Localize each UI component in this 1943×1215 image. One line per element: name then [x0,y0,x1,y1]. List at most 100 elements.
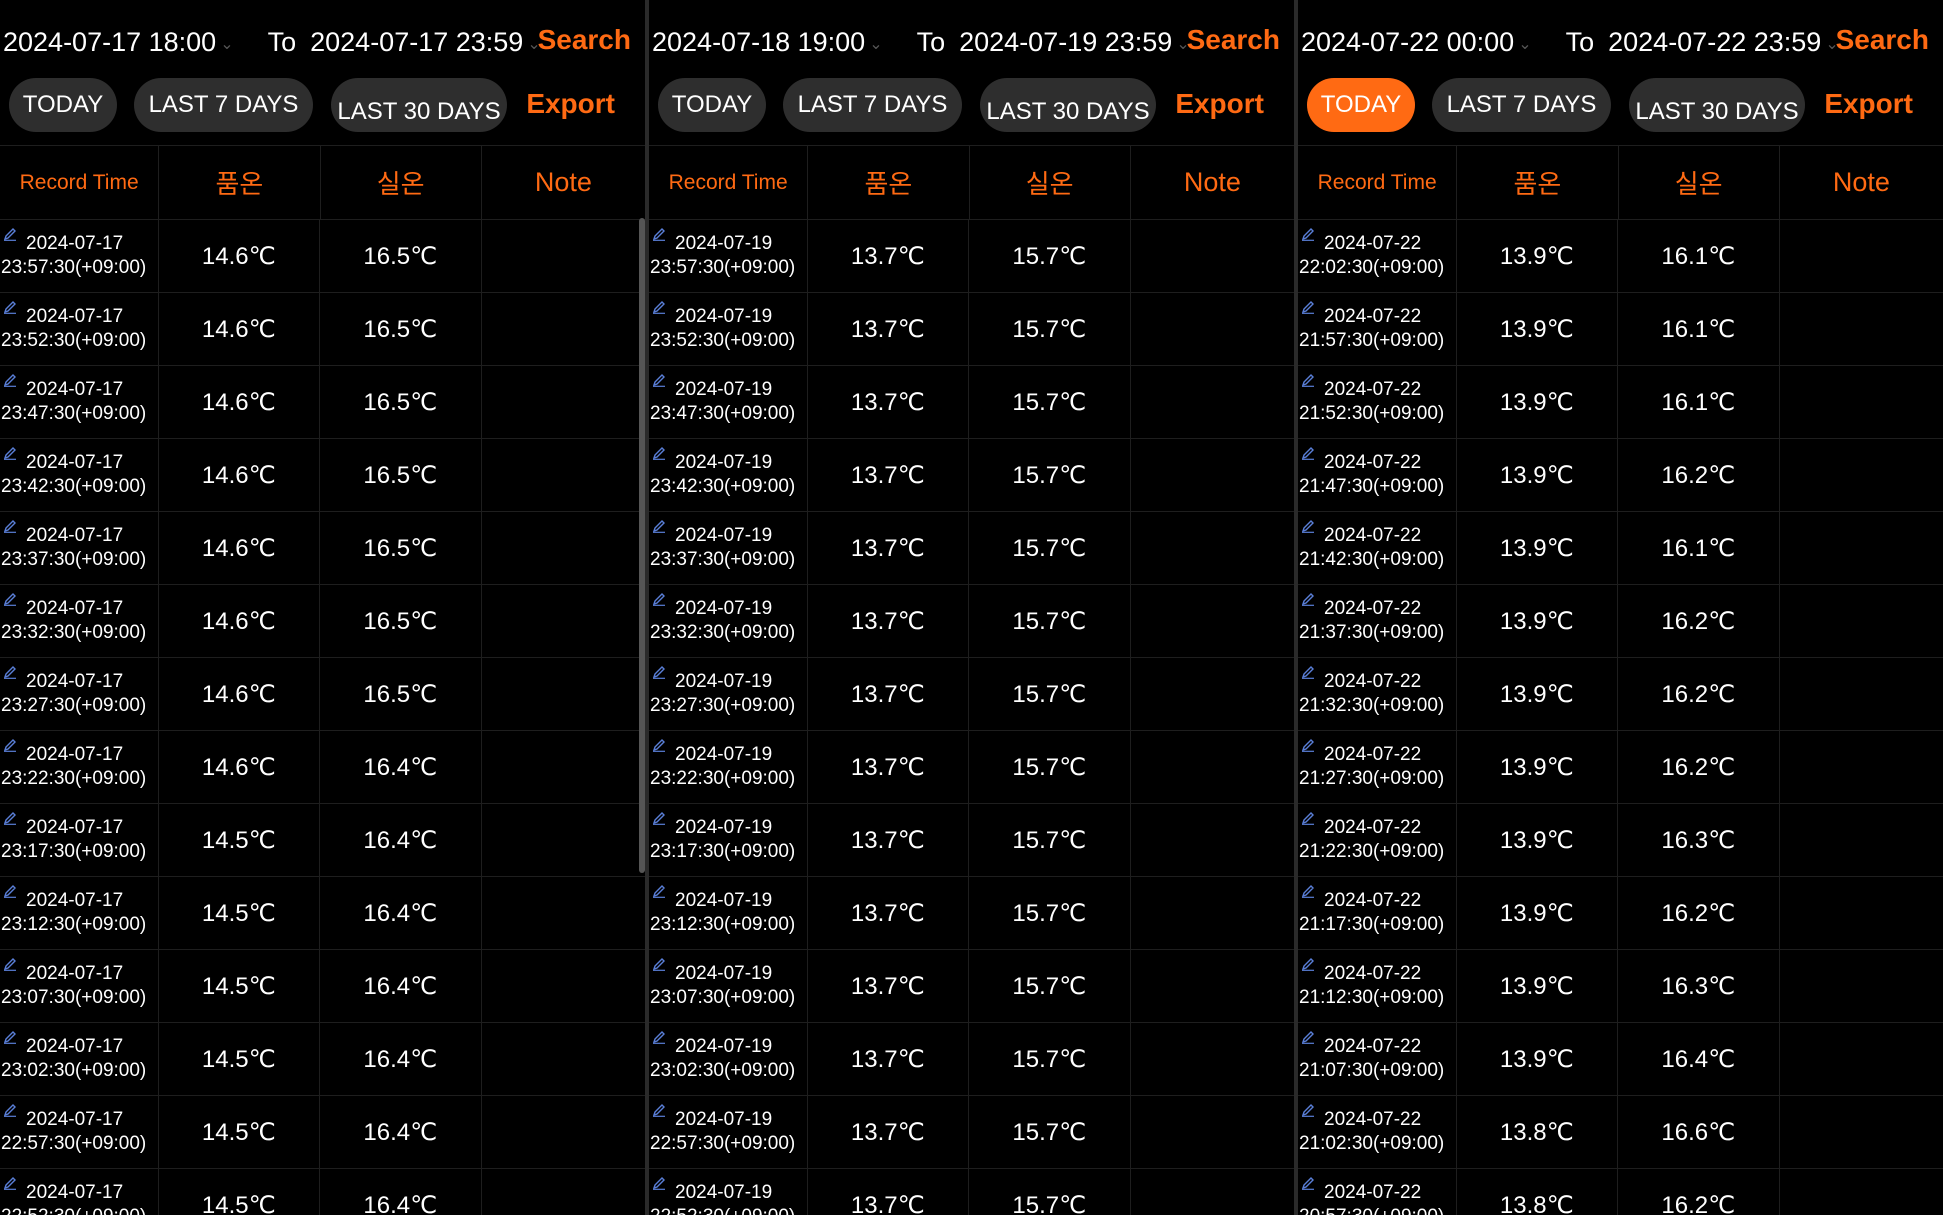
edit-pencil-icon[interactable] [652,808,666,825]
note-cell[interactable] [482,512,645,584]
table-row[interactable]: 2024-07-17 22:57:30(+09:00) 14.5℃ 16.4℃ [0,1096,645,1169]
note-cell[interactable] [1131,1096,1294,1168]
table-row[interactable]: 2024-07-19 23:37:30(+09:00) 13.7℃ 15.7℃ [649,512,1294,585]
date-to-picker[interactable]: 2024-07-22 23:59 ⌄ [1608,27,1839,58]
edit-pencil-icon[interactable] [652,516,666,533]
note-cell[interactable] [1131,293,1294,365]
table-row[interactable]: 2024-07-22 21:32:30(+09:00) 13.9℃ 16.2℃ [1298,658,1943,731]
last-30-days-button[interactable]: LAST 30 DAYS [980,78,1156,132]
note-cell[interactable] [1131,877,1294,949]
note-cell[interactable] [482,950,645,1022]
table-row[interactable]: 2024-07-17 23:52:30(+09:00) 14.6℃ 16.5℃ [0,293,645,366]
export-button[interactable]: Export [526,88,615,120]
edit-pencil-icon[interactable] [1301,808,1315,825]
table-row[interactable]: 2024-07-22 21:42:30(+09:00) 13.9℃ 16.1℃ [1298,512,1943,585]
note-cell[interactable] [482,293,645,365]
last-30-days-button[interactable]: LAST 30 DAYS [1629,78,1805,132]
edit-pencil-icon[interactable] [3,297,17,314]
note-cell[interactable] [1131,1169,1294,1215]
note-cell[interactable] [1131,439,1294,511]
edit-pencil-icon[interactable] [1301,516,1315,533]
table-row[interactable]: 2024-07-19 22:57:30(+09:00) 13.7℃ 15.7℃ [649,1096,1294,1169]
table-row[interactable]: 2024-07-17 23:07:30(+09:00) 14.5℃ 16.4℃ [0,950,645,1023]
edit-pencil-icon[interactable] [3,1173,17,1190]
edit-pencil-icon[interactable] [1301,370,1315,387]
edit-pencil-icon[interactable] [1301,297,1315,314]
note-cell[interactable] [482,220,645,292]
last-7-days-button[interactable]: LAST 7 DAYS [783,78,962,132]
date-from-picker[interactable]: 2024-07-22 00:00 ⌄ [1301,27,1532,58]
note-cell[interactable] [1780,585,1943,657]
date-from-picker[interactable]: 2024-07-18 19:00 ⌄ [652,27,883,58]
note-cell[interactable] [1780,1096,1943,1168]
note-cell[interactable] [1131,585,1294,657]
table-row[interactable]: 2024-07-19 23:32:30(+09:00) 13.7℃ 15.7℃ [649,585,1294,658]
note-cell[interactable] [1780,512,1943,584]
table-row[interactable]: 2024-07-17 23:22:30(+09:00) 14.6℃ 16.4℃ [0,731,645,804]
table-row[interactable]: 2024-07-17 23:32:30(+09:00) 14.6℃ 16.5℃ [0,585,645,658]
table-row[interactable]: 2024-07-22 21:27:30(+09:00) 13.9℃ 16.2℃ [1298,731,1943,804]
edit-pencil-icon[interactable] [652,1173,666,1190]
note-cell[interactable] [1780,293,1943,365]
edit-pencil-icon[interactable] [652,224,666,241]
export-button[interactable]: Export [1175,88,1264,120]
edit-pencil-icon[interactable] [1301,1027,1315,1044]
edit-pencil-icon[interactable] [3,735,17,752]
table-row[interactable]: 2024-07-17 23:17:30(+09:00) 14.5℃ 16.4℃ [0,804,645,877]
edit-pencil-icon[interactable] [3,954,17,971]
today-button[interactable]: TODAY [1307,78,1415,132]
table-row[interactable]: 2024-07-19 22:52:30(+09:00) 13.7℃ 15.7℃ [649,1169,1294,1215]
table-row[interactable]: 2024-07-17 23:02:30(+09:00) 14.5℃ 16.4℃ [0,1023,645,1096]
table-row[interactable]: 2024-07-17 23:42:30(+09:00) 14.6℃ 16.5℃ [0,439,645,512]
today-button[interactable]: TODAY [9,78,117,132]
table-row[interactable]: 2024-07-19 23:12:30(+09:00) 13.7℃ 15.7℃ [649,877,1294,950]
edit-pencil-icon[interactable] [3,589,17,606]
note-cell[interactable] [1131,658,1294,730]
table-row[interactable]: 2024-07-17 23:57:30(+09:00) 14.6℃ 16.5℃ [0,220,645,293]
edit-pencil-icon[interactable] [1301,589,1315,606]
note-cell[interactable] [482,804,645,876]
edit-pencil-icon[interactable] [652,662,666,679]
edit-pencil-icon[interactable] [3,516,17,533]
note-cell[interactable] [1780,439,1943,511]
edit-pencil-icon[interactable] [3,224,17,241]
table-row[interactable]: 2024-07-22 21:02:30(+09:00) 13.8℃ 16.6℃ [1298,1096,1943,1169]
last-30-days-button[interactable]: LAST 30 DAYS [331,78,507,132]
edit-pencil-icon[interactable] [652,443,666,460]
edit-pencil-icon[interactable] [652,297,666,314]
last-7-days-button[interactable]: LAST 7 DAYS [1432,78,1611,132]
table-row[interactable]: 2024-07-19 23:52:30(+09:00) 13.7℃ 15.7℃ [649,293,1294,366]
note-cell[interactable] [1780,366,1943,438]
table-row[interactable]: 2024-07-17 22:52:30(+09:00) 14.5℃ 16.4℃ [0,1169,645,1215]
note-cell[interactable] [482,731,645,803]
note-cell[interactable] [1780,877,1943,949]
note-cell[interactable] [1780,1023,1943,1095]
edit-pencil-icon[interactable] [3,1027,17,1044]
note-cell[interactable] [482,877,645,949]
date-to-picker[interactable]: 2024-07-19 23:59 ⌄ [959,27,1190,58]
edit-pencil-icon[interactable] [652,1027,666,1044]
edit-pencil-icon[interactable] [1301,1173,1315,1190]
search-button[interactable]: Search [1836,24,1929,56]
note-cell[interactable] [1780,220,1943,292]
note-cell[interactable] [1780,950,1943,1022]
edit-pencil-icon[interactable] [652,1100,666,1117]
export-button[interactable]: Export [1824,88,1913,120]
note-cell[interactable] [482,1169,645,1215]
edit-pencil-icon[interactable] [1301,224,1315,241]
table-row[interactable]: 2024-07-19 23:27:30(+09:00) 13.7℃ 15.7℃ [649,658,1294,731]
note-cell[interactable] [482,585,645,657]
edit-pencil-icon[interactable] [1301,954,1315,971]
note-cell[interactable] [482,1023,645,1095]
table-row[interactable]: 2024-07-19 23:17:30(+09:00) 13.7℃ 15.7℃ [649,804,1294,877]
search-button[interactable]: Search [538,24,631,56]
note-cell[interactable] [1780,658,1943,730]
edit-pencil-icon[interactable] [3,662,17,679]
table-row[interactable]: 2024-07-22 21:12:30(+09:00) 13.9℃ 16.3℃ [1298,950,1943,1023]
note-cell[interactable] [1131,731,1294,803]
table-row[interactable]: 2024-07-19 23:07:30(+09:00) 13.7℃ 15.7℃ [649,950,1294,1023]
note-cell[interactable] [482,439,645,511]
note-cell[interactable] [482,1096,645,1168]
table-row[interactable]: 2024-07-22 21:57:30(+09:00) 13.9℃ 16.1℃ [1298,293,1943,366]
edit-pencil-icon[interactable] [3,808,17,825]
